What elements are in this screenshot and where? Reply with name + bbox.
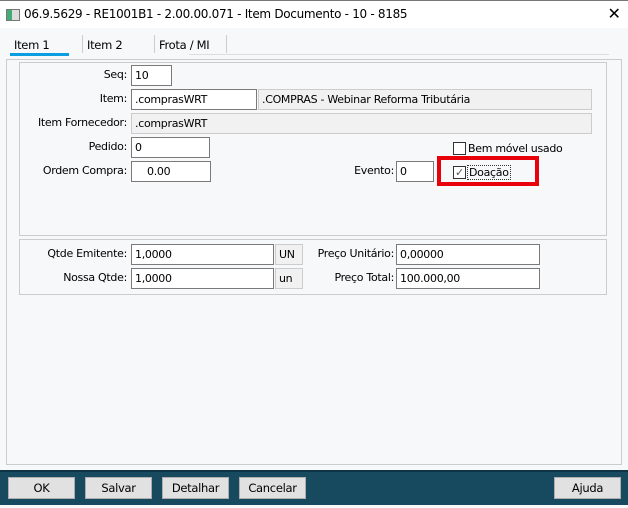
preco-unitario-input[interactable]: 0,00000: [396, 244, 540, 265]
nossa-qtde-label: Nossa Qtde:: [63, 271, 127, 284]
pedido-label: Pedido:: [88, 140, 128, 153]
tab-divider: [154, 35, 155, 53]
item-input[interactable]: .comprasWRT: [131, 89, 257, 110]
evento-input[interactable]: 0: [396, 161, 434, 182]
cancelar-button[interactable]: Cancelar: [239, 477, 306, 499]
close-icon[interactable]: ✕: [604, 4, 624, 23]
seq-input[interactable]: 10: [131, 65, 172, 86]
item-description: .COMPRAS - Webinar Reforma Tributária: [258, 89, 592, 110]
nossa-qtde-input[interactable]: 1,0000: [131, 268, 274, 289]
doacao-checkbox[interactable]: ✓: [453, 166, 466, 179]
ordem-compra-input[interactable]: 0.00: [131, 161, 211, 182]
tab-item-1[interactable]: Item 1: [14, 38, 50, 54]
tab-divider: [226, 35, 227, 53]
tab-item-2[interactable]: Item 2: [87, 38, 123, 54]
pedido-input[interactable]: 0: [131, 137, 210, 158]
item-fornecedor-label: Item Fornecedor:: [37, 116, 127, 129]
detalhar-button[interactable]: Detalhar: [162, 477, 229, 499]
preco-total-input[interactable]: 100.000,00: [396, 268, 540, 289]
bem-movel-usado-checkbox[interactable]: [453, 142, 466, 155]
bem-movel-usado-label: Bem móvel usado: [468, 142, 563, 155]
title-bar: 06.9.5629 - RE1001B1 - 2.00.00.071 - Ite…: [0, 0, 628, 28]
window-title: 06.9.5629 - RE1001B1 - 2.00.00.071 - Ite…: [24, 7, 408, 21]
app-icon: [6, 9, 20, 21]
ordem-compra-label: Ordem Compra:: [42, 164, 127, 177]
active-tab-indicator: [10, 53, 69, 56]
preco-total-label: Preço Total:: [334, 271, 394, 284]
tab-divider: [82, 35, 83, 53]
ajuda-button[interactable]: Ajuda: [554, 477, 621, 499]
preco-unitario-label: Preço Unitário:: [317, 247, 395, 260]
ok-button[interactable]: OK: [8, 477, 75, 499]
qtde-emitente-label: Qtde Emitente:: [47, 247, 127, 260]
seq-label: Seq:: [103, 68, 128, 81]
evento-label: Evento:: [354, 164, 394, 177]
salvar-button[interactable]: Salvar: [85, 477, 152, 499]
doacao-label: Doação: [467, 165, 511, 180]
item-label: Item:: [99, 92, 128, 105]
qtde-emitente-input[interactable]: 1,0000: [131, 244, 274, 265]
item-fornecedor-input: .comprasWRT: [131, 113, 592, 134]
tab-frota-mi[interactable]: Frota / MI: [159, 38, 210, 54]
tab-baseline: [189, 54, 609, 55]
